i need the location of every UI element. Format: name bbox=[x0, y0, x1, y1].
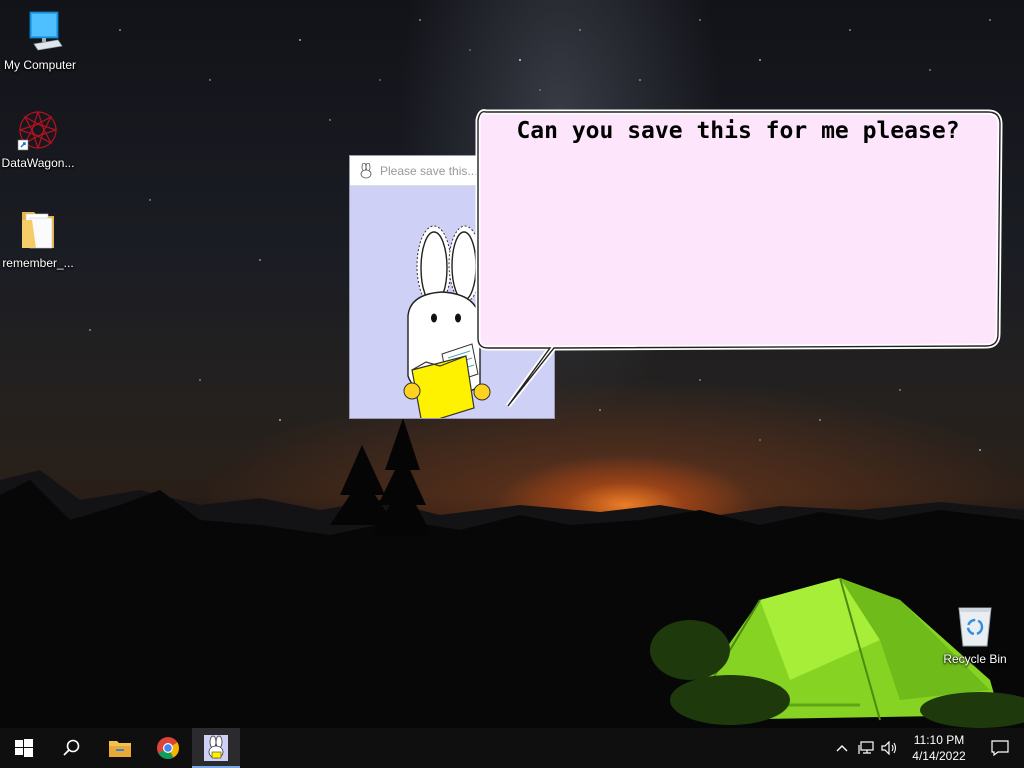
notification-icon bbox=[991, 740, 1009, 756]
start-button[interactable] bbox=[0, 728, 48, 768]
computer-icon bbox=[16, 8, 64, 56]
clock-time: 11:10 PM bbox=[913, 733, 965, 747]
desktop-icon-remember-folder[interactable]: remember_... bbox=[0, 206, 78, 270]
desktop: My Computer DataWagon... remember_... Re… bbox=[0, 0, 1024, 728]
desktop-icon-my-computer[interactable]: My Computer bbox=[0, 8, 80, 72]
pine-trees bbox=[330, 418, 432, 535]
search-icon bbox=[63, 739, 80, 756]
network-button[interactable] bbox=[854, 728, 878, 768]
desktop-icon-label: My Computer bbox=[3, 58, 77, 72]
desktop-icon-datawagon[interactable]: DataWagon... bbox=[0, 106, 78, 170]
action-center-button[interactable] bbox=[976, 728, 1024, 768]
desktop-icon-recycle-bin[interactable]: Recycle Bin bbox=[935, 602, 1015, 666]
chrome-icon bbox=[157, 737, 179, 759]
system-tray: 11:10 PM 4/14/2022 bbox=[830, 728, 1024, 768]
taskbar-file-explorer[interactable] bbox=[96, 728, 144, 768]
taskbar: 11:10 PM 4/14/2022 bbox=[0, 728, 1024, 768]
recycle-bin-icon bbox=[951, 602, 999, 650]
volume-icon bbox=[881, 741, 897, 755]
bunny-app-icon bbox=[360, 162, 372, 178]
network-icon bbox=[858, 741, 874, 754]
clock[interactable]: 11:10 PM 4/14/2022 bbox=[902, 732, 976, 764]
bunny-app-icon bbox=[204, 735, 228, 761]
taskbar-chrome[interactable] bbox=[144, 728, 192, 768]
desktop-icon-label: remember_... bbox=[2, 256, 74, 270]
speech-bubble-text: Can you save this for me please? bbox=[516, 118, 960, 144]
taskbar-bunny-app[interactable] bbox=[192, 728, 240, 768]
datawagon-shortcut-icon bbox=[14, 106, 62, 154]
speech-bubble bbox=[475, 109, 1003, 408]
clock-date: 4/14/2022 bbox=[912, 749, 966, 763]
file-explorer-icon bbox=[109, 741, 131, 757]
chevron-up-icon bbox=[836, 745, 848, 752]
search-button[interactable] bbox=[48, 728, 96, 768]
desktop-icon-label: DataWagon... bbox=[1, 156, 75, 170]
folder-icon bbox=[14, 206, 62, 254]
desktop-icon-label: Recycle Bin bbox=[943, 652, 1007, 666]
volume-button[interactable] bbox=[878, 728, 902, 768]
helper-title: Please save this... bbox=[380, 163, 478, 178]
show-hidden-icons-button[interactable] bbox=[830, 728, 854, 768]
start-icon bbox=[15, 739, 33, 757]
